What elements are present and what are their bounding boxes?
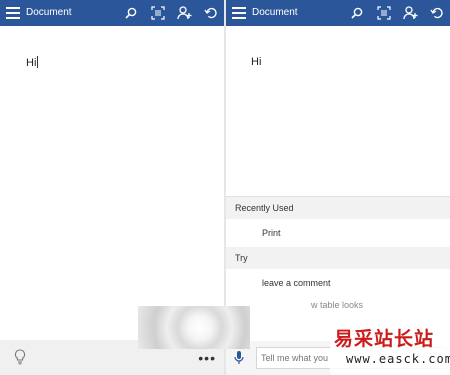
focus-icon[interactable] [149,4,167,22]
overlay-image [138,306,250,349]
search-icon[interactable] [122,4,140,22]
tell-me-suggestions-menu: Recently Used Print Try leave a comment … [226,196,450,342]
document-title: Document [252,7,298,18]
share-person-icon[interactable] [402,4,420,22]
document-title: Document [26,7,72,18]
search-icon[interactable] [348,4,366,22]
menu-icon[interactable] [6,7,20,19]
title-bar: Document [226,0,450,26]
microphone-icon[interactable] [234,350,244,371]
document-text: Hi [251,56,262,68]
recently-used-header: Recently Used [226,197,450,219]
document-body-text[interactable]: Hi [26,56,39,69]
watermark-chinese-text: 易采站长站 [334,328,435,350]
document-body-text[interactable]: Hi [251,56,261,68]
document-text: Hi [26,57,37,69]
right-document-pane: Document Hi Recently Used Print Try leav… [226,0,450,375]
menu-icon[interactable] [232,7,246,19]
title-bar: Document [0,0,224,26]
focus-icon[interactable] [375,4,393,22]
undo-icon[interactable] [202,4,220,22]
suggestion-leave-a-comment[interactable]: leave a comment [226,269,450,297]
suggestion-table-looks[interactable]: w table looks [226,297,450,313]
suggestion-print[interactable]: Print [226,219,450,247]
share-person-icon[interactable] [176,4,194,22]
watermark: 易采站长站 www.easck.com [330,322,450,375]
more-icon[interactable]: ••• [198,350,216,366]
lightbulb-icon[interactable] [14,349,26,370]
undo-icon[interactable] [428,4,446,22]
try-header: Try [226,247,450,269]
watermark-url: www.easck.com [346,352,450,366]
text-cursor [37,56,39,68]
